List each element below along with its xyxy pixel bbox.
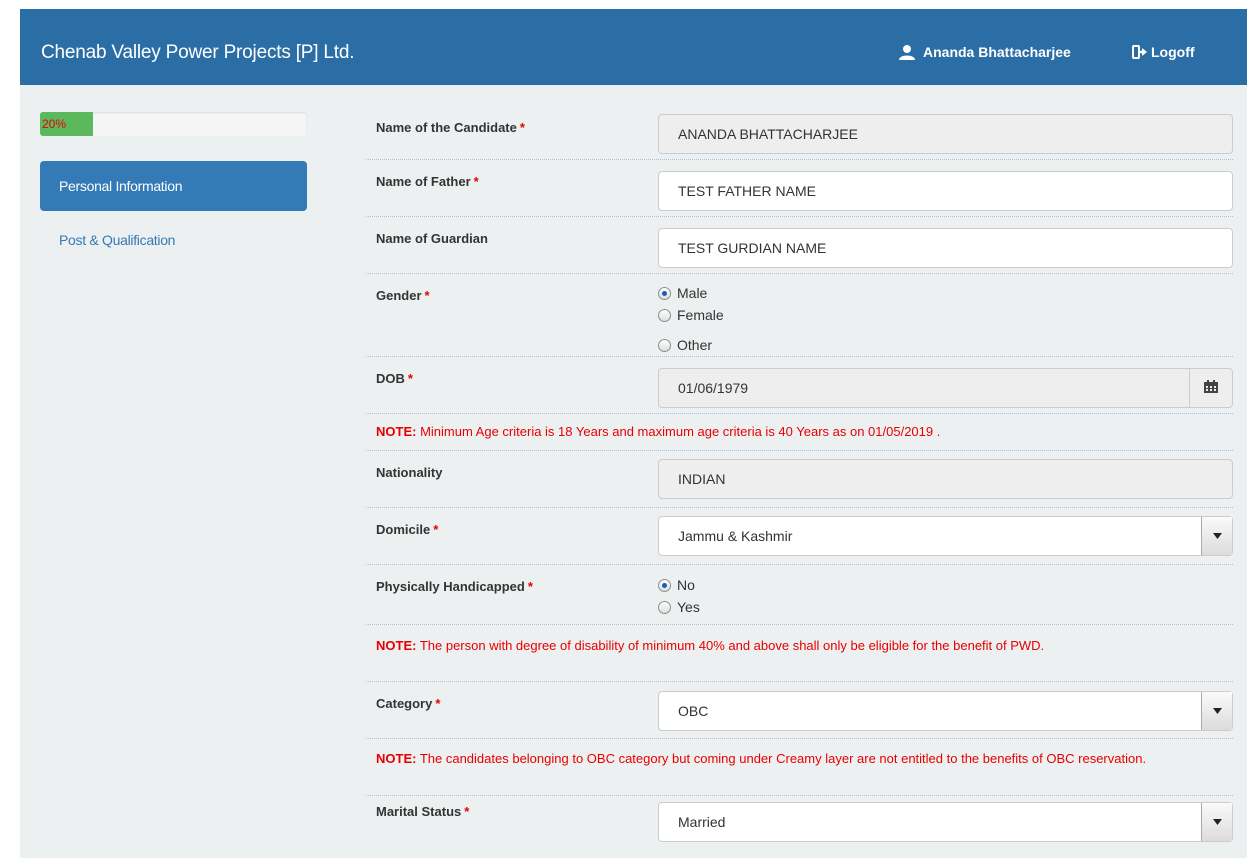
calendar-button[interactable] — [1190, 368, 1233, 408]
gender-radio-group: Male Female Other — [658, 282, 724, 356]
category-select[interactable]: OBC — [658, 691, 1233, 731]
logout-icon — [1132, 44, 1148, 60]
obc-note: NOTE: The candidates belonging to OBC ca… — [376, 751, 1147, 766]
row-nationality: Nationality INDIAN — [366, 451, 1233, 508]
user-menu[interactable]: Ananda Bhattacharjee — [896, 44, 1071, 60]
row-pwd-note: NOTE: The person with degree of disabili… — [366, 625, 1233, 682]
candidate-name-field[interactable]: ANANDA BHATTACHARJEE — [658, 114, 1233, 154]
logoff-label: Logoff — [1151, 44, 1195, 60]
marital-status-select[interactable]: Married — [658, 802, 1233, 842]
age-note: NOTE: Minimum Age criteria is 18 Years a… — [376, 424, 941, 439]
category-label: Category * — [376, 696, 441, 711]
radio-checked-icon — [658, 286, 671, 300]
sidebar-item-personal-information[interactable]: Personal Information — [40, 161, 307, 211]
chevron-down-icon[interactable] — [1201, 517, 1232, 555]
father-name-label: Name of Father * — [376, 174, 479, 189]
nationality-field[interactable]: INDIAN — [658, 459, 1233, 499]
progress-fill: 20% — [40, 112, 94, 136]
top-navbar: Chenab Valley Power Projects [P] Ltd. An… — [20, 9, 1247, 85]
progress-bar: 20% — [40, 112, 307, 136]
handicapped-radio-no[interactable]: No — [658, 574, 700, 596]
marital-status-label: Marital Status * — [376, 804, 470, 819]
radio-checked-icon — [658, 578, 671, 592]
radio-unchecked-icon — [658, 308, 671, 322]
logoff-button[interactable]: Logoff — [1132, 44, 1195, 60]
handicapped-radio-yes[interactable]: Yes — [658, 596, 700, 618]
domicile-selected: Jammu & Kashmir — [678, 528, 793, 544]
radio-unchecked-icon — [658, 600, 671, 614]
category-selected: OBC — [678, 703, 709, 719]
gender-radio-male[interactable]: Male — [658, 282, 724, 304]
row-category: Category * OBC — [366, 682, 1233, 739]
father-name-field[interactable]: TEST FATHER NAME — [658, 171, 1233, 211]
gender-label: Gender * — [376, 288, 430, 303]
row-marital-status: Marital Status * Married — [366, 796, 1233, 856]
brand-title: Chenab Valley Power Projects [P] Ltd. — [41, 42, 355, 63]
user-name: Ananda Bhattacharjee — [923, 44, 1071, 60]
row-dob: DOB * 01/06/1979 — [366, 357, 1233, 414]
row-father-name: Name of Father * TEST FATHER NAME — [366, 160, 1233, 217]
row-candidate-name: Name of the Candidate * ANANDA BHATTACHAR… — [366, 103, 1233, 160]
marital-status-selected: Married — [678, 814, 726, 830]
row-guardian-name: Name of Guardian TEST GURDIAN NAME — [366, 217, 1233, 274]
sidebar-item-post-qualification[interactable]: Post & Qualification — [40, 215, 307, 265]
gender-radio-female[interactable]: Female — [658, 304, 724, 326]
chevron-down-icon[interactable] — [1201, 692, 1232, 730]
guardian-name-label: Name of Guardian — [376, 231, 488, 246]
guardian-name-field[interactable]: TEST GURDIAN NAME — [658, 228, 1233, 268]
row-obc-note: NOTE: The candidates belonging to OBC ca… — [366, 739, 1233, 796]
pwd-note: NOTE: The person with degree of disabili… — [376, 638, 1045, 653]
calendar-icon — [1204, 380, 1218, 396]
nationality-label: Nationality — [376, 465, 443, 480]
gender-radio-other[interactable]: Other — [658, 334, 724, 356]
handicapped-radio-group: No Yes — [658, 574, 700, 618]
candidate-name-label: Name of the Candidate * — [376, 120, 525, 135]
personal-info-form: Name of the Candidate * ANANDA BHATTACHAR… — [366, 103, 1233, 856]
dob-label: DOB * — [376, 371, 413, 386]
row-age-note: NOTE: Minimum Age criteria is 18 Years a… — [366, 414, 1233, 451]
user-icon — [896, 44, 918, 60]
handicapped-label: Physically Handicapped * — [376, 579, 533, 594]
domicile-label: Domicile * — [376, 522, 439, 537]
row-domicile: Domicile * Jammu & Kashmir — [366, 508, 1233, 565]
dob-field[interactable]: 01/06/1979 — [658, 368, 1190, 408]
row-gender: Gender * Male Female Other — [366, 274, 1233, 357]
row-handicapped: Physically Handicapped * No Yes — [366, 565, 1233, 625]
chevron-down-icon[interactable] — [1201, 803, 1232, 841]
domicile-select[interactable]: Jammu & Kashmir — [658, 516, 1233, 556]
radio-unchecked-icon — [658, 338, 671, 352]
page: Chenab Valley Power Projects [P] Ltd. An… — [20, 9, 1247, 858]
